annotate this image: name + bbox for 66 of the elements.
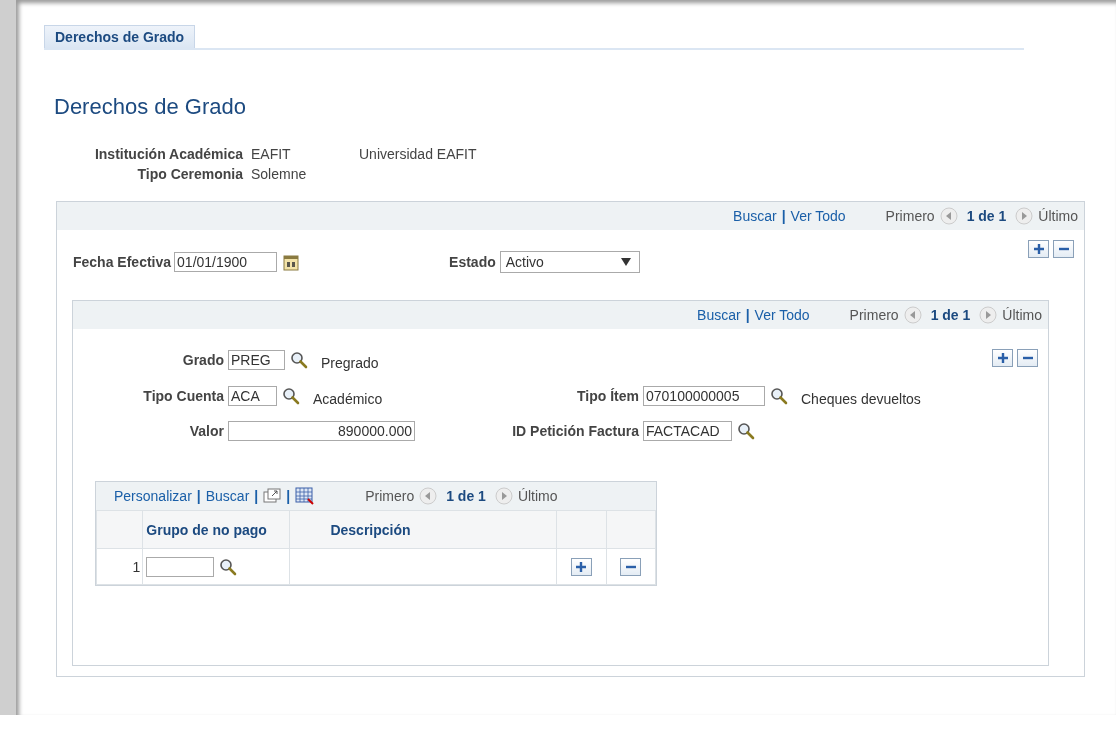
plus-icon xyxy=(1032,243,1045,255)
nav-link[interactable]: Ver Todo xyxy=(790,208,846,224)
row-number: 1 xyxy=(96,548,143,585)
field-label: Tipo Cuenta xyxy=(142,388,225,404)
input-field[interactable] xyxy=(146,556,215,577)
field-description: Cheques devueltos xyxy=(801,391,921,407)
amount-field[interactable]: 890000.000 xyxy=(228,421,415,441)
nav-link[interactable]: Ver Todo xyxy=(754,307,810,323)
nav-link[interactable]: Buscar xyxy=(205,488,250,504)
page-tab[interactable]: Derechos de Grado xyxy=(44,25,196,48)
last-label: Último xyxy=(1038,208,1078,224)
field-label: Institución Académica xyxy=(93,146,243,162)
nav-link[interactable]: Buscar xyxy=(697,307,741,323)
first-label: Primero xyxy=(885,208,935,224)
plus-icon xyxy=(575,560,588,573)
search-icon[interactable] xyxy=(770,387,788,405)
separator-text: | xyxy=(254,488,259,504)
input-field[interactable]: ACA xyxy=(228,386,277,406)
last-label: Último xyxy=(517,488,558,504)
separator-text: | xyxy=(196,488,201,504)
delete-row-button[interactable] xyxy=(1053,240,1074,258)
field-value: Solemne xyxy=(251,166,308,182)
search-icon[interactable] xyxy=(282,387,300,405)
spreadsheet-icon[interactable] xyxy=(295,487,316,505)
last-label: Último xyxy=(1002,307,1042,323)
search-icon[interactable] xyxy=(737,422,755,440)
search-icon[interactable] xyxy=(219,557,238,576)
input-field[interactable]: FACTACAD xyxy=(643,421,732,441)
field-label: ID Petición Factura xyxy=(511,423,640,439)
input-field[interactable]: PREG xyxy=(228,350,285,370)
column-header: Grupo de no pago xyxy=(142,510,290,549)
delete-row-button[interactable] xyxy=(620,557,642,576)
status-dropdown[interactable]: Activo xyxy=(499,251,640,273)
field-label: Tipo Ítem xyxy=(576,388,640,404)
add-row-button[interactable] xyxy=(992,349,1013,367)
calendar-icon[interactable] xyxy=(283,253,300,271)
field-label: Tipo Ceremonia xyxy=(136,166,243,182)
row-counter: 1 de 1 xyxy=(446,488,486,504)
add-row-button[interactable] xyxy=(1028,240,1049,258)
field-label: Fecha Efectiva xyxy=(73,254,172,270)
separator-text: | xyxy=(286,488,291,504)
row-counter: 1 de 1 xyxy=(966,208,1007,224)
field-description: Pregrado xyxy=(321,355,379,371)
nav-link[interactable]: Personalizar xyxy=(114,488,192,504)
search-icon[interactable] xyxy=(290,351,308,369)
separator-text: | xyxy=(781,208,786,224)
row-counter: 1 de 1 xyxy=(930,307,971,323)
field-description: Académico xyxy=(313,391,383,407)
field-value: EAFIT xyxy=(251,146,292,162)
dropdown-arrow-icon xyxy=(620,258,631,266)
date-field[interactable]: 01/01/1900 xyxy=(174,252,278,272)
column-header: Descripción xyxy=(289,510,557,549)
input-field[interactable]: 070100000005 xyxy=(643,386,765,406)
delete-row-button[interactable] xyxy=(1017,349,1038,367)
page-title: Derechos de Grado xyxy=(54,94,247,121)
field-label: Estado xyxy=(449,254,496,270)
plus-icon xyxy=(996,352,1009,364)
nav-link[interactable]: Buscar xyxy=(733,208,777,224)
field-description: Universidad EAFIT xyxy=(359,146,477,162)
first-label: Primero xyxy=(849,307,899,323)
new-window-icon[interactable] xyxy=(263,488,282,504)
first-label: Primero xyxy=(365,488,415,504)
separator-text: | xyxy=(745,307,750,323)
add-row-button[interactable] xyxy=(570,557,592,576)
field-label: Valor xyxy=(188,423,225,439)
field-label: Grado xyxy=(181,352,225,368)
